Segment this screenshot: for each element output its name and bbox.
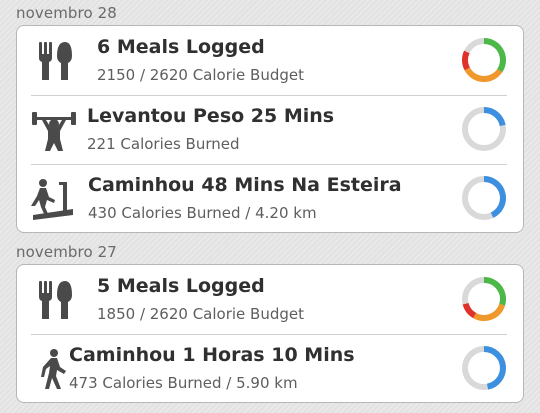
activity-row[interactable]: Caminhou 48 Mins Na Esteira 430 Calories… — [17, 164, 523, 232]
treadmill-icon — [29, 174, 79, 224]
ring-segment-orange — [464, 67, 503, 82]
fork-knife-icon — [29, 275, 79, 325]
activity-row[interactable]: Levantou Peso 25 Mins 221 Calories Burne… — [17, 95, 523, 164]
activity-subtitle: 1850 / 2620 Calorie Budget — [97, 305, 304, 323]
calorie-budget-ring — [461, 276, 507, 322]
weightlifter-icon — [29, 105, 79, 155]
ring-progress-arc — [483, 176, 506, 218]
activity-subtitle: 2150 / 2620 Calorie Budget — [97, 66, 304, 84]
ring-segment-green — [483, 277, 506, 306]
activity-title: Levantou Peso 25 Mins — [87, 105, 335, 127]
calorie-budget-ring — [461, 37, 507, 83]
activity-row[interactable]: Caminhou 1 Horas 10 Mins 473 Calories Bu… — [17, 334, 523, 402]
activity-row[interactable]: 6 Meals Logged 2150 / 2620 Calorie Budge… — [17, 26, 523, 95]
day-header: novembro 27 — [16, 243, 117, 261]
ring-segment-green — [483, 38, 506, 73]
ring-progress-arc — [483, 107, 506, 127]
day-card: 5 Meals Logged 1850 / 2620 Calorie Budge… — [16, 264, 524, 403]
day-card: 6 Meals Logged 2150 / 2620 Calorie Budge… — [16, 25, 524, 233]
activity-subtitle: 473 Calories Burned / 5.90 km — [69, 374, 298, 392]
activity-title: 5 Meals Logged — [97, 275, 265, 297]
activity-title: 6 Meals Logged — [97, 36, 265, 58]
activity-subtitle: 221 Calories Burned — [87, 135, 240, 153]
exercise-ring — [461, 106, 507, 152]
activity-subtitle: 430 Calories Burned / 4.20 km — [88, 204, 317, 222]
ring-segment-orange — [473, 303, 506, 321]
exercise-ring — [461, 175, 507, 221]
day-header: novembro 28 — [16, 4, 117, 22]
activity-title: Caminhou 48 Mins Na Esteira — [88, 174, 402, 196]
fork-knife-icon — [29, 36, 79, 86]
ring-segment-red — [462, 50, 470, 71]
activity-row[interactable]: 5 Meals Logged 1850 / 2620 Calorie Budge… — [17, 265, 523, 334]
activity-title: Caminhou 1 Horas 10 Mins — [69, 344, 355, 366]
exercise-ring — [461, 345, 507, 391]
ring-segment-red — [462, 302, 477, 319]
ring-progress-arc — [483, 346, 506, 390]
